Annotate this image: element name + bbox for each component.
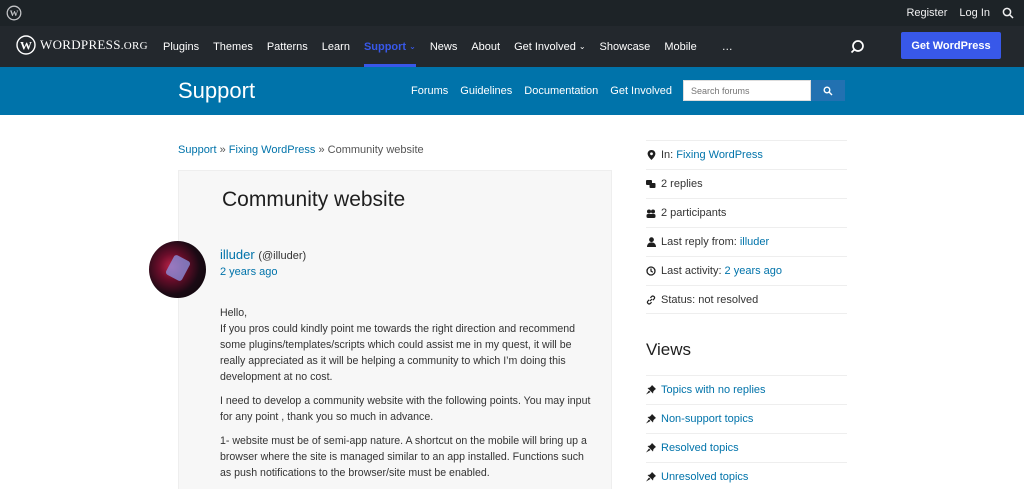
breadcrumb: Support » Fixing WordPress » Community w… [178, 144, 424, 156]
info-in-label: In: [661, 149, 674, 161]
breadcrumb-separator: » [318, 144, 325, 156]
nav-news[interactable]: News [423, 26, 465, 67]
avatar[interactable] [149, 241, 206, 298]
chevron-down-icon: ⌄ [409, 42, 416, 51]
login-link[interactable]: Log In [953, 7, 996, 19]
nav-themes[interactable]: Themes [206, 26, 260, 67]
svg-text:W: W [10, 8, 19, 18]
nav-about[interactable]: About [464, 26, 507, 67]
topic-content: Hello, If you pros could kindly point me… [220, 305, 594, 489]
breadcrumb-current: Community website [327, 144, 424, 156]
pushpin-icon [646, 472, 656, 482]
search-forums-button[interactable] [811, 80, 845, 101]
view-non-support-topics[interactable]: Non-support topics [661, 413, 753, 425]
info-participants: 2 participants [661, 207, 727, 219]
info-last-activity-row: Last activity: 2 years ago [646, 256, 847, 285]
register-link[interactable]: Register [900, 7, 953, 19]
topic-info-sidebar: In: Fixing WordPress 2 replies 2 partici… [646, 140, 847, 314]
nav-patterns[interactable]: Patterns [260, 26, 315, 67]
support-title[interactable]: Support [178, 78, 255, 104]
admin-bar-right: Register Log In [900, 0, 1024, 26]
pushpin-icon [646, 443, 656, 453]
support-nav-documentation[interactable]: Documentation [518, 85, 604, 97]
user-icon [646, 237, 656, 247]
info-last-reply-label: Last reply from: [661, 236, 737, 248]
nav-get-involved-label: Get Involved [514, 40, 576, 53]
views-title: Views [646, 340, 692, 359]
support-nav-guidelines[interactable]: Guidelines [454, 85, 518, 97]
topic-time-link[interactable]: 2 years ago [220, 266, 277, 278]
topic-paragraph: I need to develop a community website wi… [220, 395, 591, 423]
info-forum-link[interactable]: Fixing WordPress [676, 149, 763, 161]
nav-support-label: Support [363, 40, 407, 53]
status-link-icon [646, 294, 656, 305]
nav-mobile[interactable]: Mobile [657, 26, 703, 67]
global-nav: W WordPress.org Plugins Themes Patterns … [0, 26, 1024, 67]
author-handle: (@illuder) [258, 250, 307, 262]
pushpin-icon [646, 414, 656, 424]
support-nav: Forums Guidelines Documentation Get Invo… [405, 67, 678, 115]
support-nav-get-involved[interactable]: Get Involved [604, 85, 678, 97]
admin-search-icon[interactable] [996, 0, 1020, 26]
info-forum-row: In: Fixing WordPress [646, 140, 847, 169]
views-item: Non-support topics [646, 404, 847, 433]
wordpress-org-logo[interactable]: W WordPress.org [16, 35, 148, 55]
support-header: Support Forums Guidelines Documentation … [0, 67, 1024, 115]
global-search-icon[interactable] [850, 38, 868, 56]
location-pin-icon [646, 150, 656, 160]
info-last-activity-link[interactable]: 2 years ago [725, 265, 782, 277]
nav-more[interactable]: … [704, 26, 740, 67]
info-replies-row: 2 replies [646, 169, 847, 198]
search-forums-input[interactable] [683, 80, 811, 101]
nav-get-involved[interactable]: Get Involved ⌄ [507, 26, 592, 67]
chevron-down-icon: ⌄ [578, 42, 586, 51]
views-item: Resolved topics [646, 433, 847, 462]
clock-icon [646, 266, 656, 276]
svg-text:W: W [20, 39, 32, 53]
support-nav-forums[interactable]: Forums [405, 85, 454, 97]
wordpress-logo-icon: W [16, 35, 36, 55]
topic-author: illuder (@illuder) [220, 247, 306, 262]
view-resolved-topics[interactable]: Resolved topics [661, 442, 739, 454]
info-last-reply-link[interactable]: illuder [740, 236, 769, 248]
view-topics-no-replies[interactable]: Topics with no replies [661, 384, 766, 396]
get-wordpress-button[interactable]: Get WordPress [901, 32, 1001, 59]
pushpin-icon [646, 385, 656, 395]
search-icon [823, 86, 833, 95]
info-replies: 2 replies [661, 178, 703, 190]
breadcrumb-separator: » [219, 144, 226, 156]
nav-support[interactable]: Support ⌄ [357, 26, 423, 67]
breadcrumb-fixing-wordpress[interactable]: Fixing WordPress [229, 144, 316, 156]
views-item: Unresolved topics [646, 462, 847, 489]
wordpress-icon[interactable]: W [6, 5, 22, 21]
author-name-link[interactable]: illuder [220, 247, 255, 262]
participants-icon [646, 208, 656, 218]
breadcrumb-support[interactable]: Support [178, 144, 217, 156]
views-list: Topics with no replies Non-support topic… [646, 375, 847, 489]
info-last-activity-label: Last activity: [661, 265, 722, 277]
info-participants-row: 2 participants [646, 198, 847, 227]
topic-title: Community website [222, 188, 406, 211]
admin-bar: W Register Log In [0, 0, 1024, 26]
replies-icon [646, 179, 656, 189]
topic-paragraph: 1- website must be of semi-app nature. A… [220, 435, 587, 479]
info-status-row: Status: not resolved [646, 285, 847, 314]
topic-paragraph: Hello, If you pros could kindly point me… [220, 307, 576, 383]
nav-plugins[interactable]: Plugins [156, 26, 206, 67]
views-item: Topics with no replies [646, 375, 847, 404]
view-unresolved-topics[interactable]: Unresolved topics [661, 471, 748, 483]
nav-learn[interactable]: Learn [315, 26, 357, 67]
global-menu: Plugins Themes Patterns Learn Support ⌄ N… [156, 26, 740, 67]
info-last-reply-row: Last reply from: illuder [646, 227, 847, 256]
nav-showcase[interactable]: Showcase [593, 26, 658, 67]
info-status: Status: not resolved [661, 293, 759, 306]
logo-text: WordPress.org [40, 37, 148, 52]
